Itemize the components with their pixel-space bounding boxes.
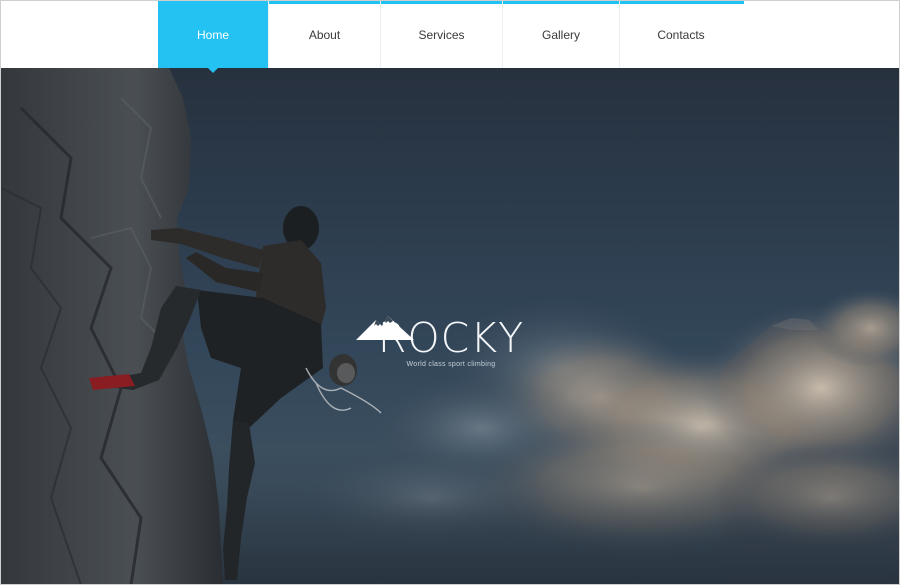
nav-item-label: Services xyxy=(418,27,465,42)
nav-item-services[interactable]: Services xyxy=(381,1,503,68)
main-nav: Home About Services Gallery Contacts xyxy=(158,1,742,73)
brand-block: ROCKY World class sport climbing xyxy=(356,314,546,368)
nav-item-about[interactable]: About xyxy=(269,1,381,68)
active-pointer-icon xyxy=(207,67,219,73)
site-tagline: World class sport climbing xyxy=(406,361,496,368)
nav-item-gallery[interactable]: Gallery xyxy=(503,1,620,68)
nav-item-label: Gallery xyxy=(541,27,580,42)
nav-item-label: Contacts xyxy=(657,27,705,42)
mountain-icon xyxy=(356,316,414,340)
hero-section: ROCKY World class sport climbing xyxy=(1,68,899,584)
nav-item-label: About xyxy=(308,27,341,42)
page-frame: Home About Services Gallery Contacts ROC… xyxy=(0,0,900,585)
nav-item-contacts[interactable]: Contacts xyxy=(620,1,742,68)
nav-item-label: Home xyxy=(196,27,229,42)
nav-item-home[interactable]: Home xyxy=(158,1,269,73)
site-header: Home About Services Gallery Contacts xyxy=(1,1,899,73)
